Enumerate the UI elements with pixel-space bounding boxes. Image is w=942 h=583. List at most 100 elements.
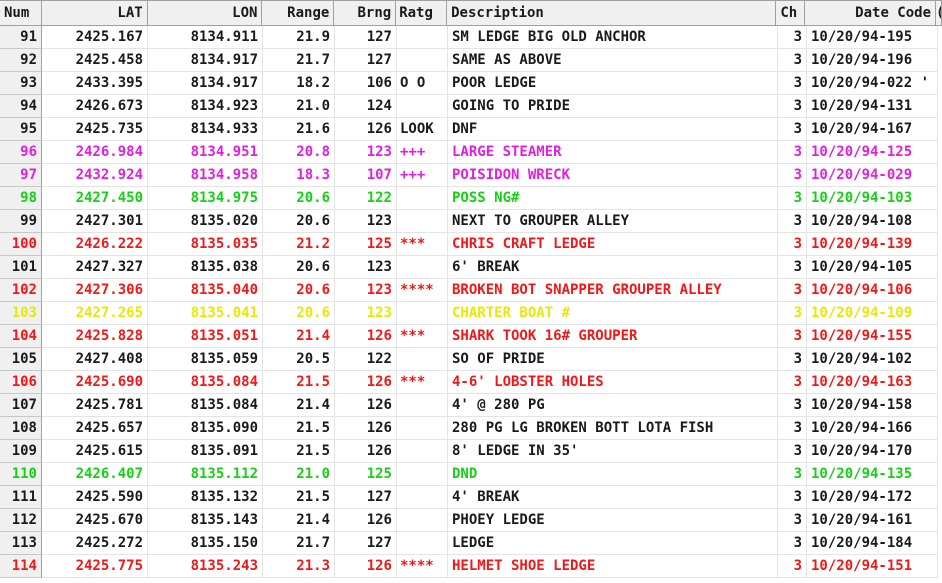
cell-lon[interactable]: 8135.084	[148, 394, 263, 417]
cell-lon[interactable]: 8135.112	[148, 463, 263, 486]
cell-lat[interactable]: 2426.407	[42, 463, 148, 486]
table-row[interactable]: 113 2425.272 8135.150 21.7 127 LEDGE 3 10/20/94…	[0, 532, 942, 555]
cell-ratg[interactable]	[397, 532, 448, 555]
cell-lon[interactable]: 8134.917	[148, 72, 263, 95]
cell-lon[interactable]: 8135.035	[148, 233, 263, 256]
table-row[interactable]: 99 2427.301 8135.020 20.6 123 NEXT TO GROUPER…	[0, 210, 942, 233]
cell-lat[interactable]: 2427.450	[42, 187, 148, 210]
cell-description[interactable]: POISIDON WRECK	[448, 164, 778, 187]
cell-lat[interactable]: 2425.735	[42, 118, 148, 141]
cell-ratg[interactable]	[397, 95, 448, 118]
cell-ratg[interactable]	[397, 26, 448, 49]
cell-ch[interactable]: 3	[778, 141, 807, 164]
cell-brng[interactable]: 127	[335, 486, 397, 509]
column-header-num[interactable]: Num	[0, 1, 42, 25]
cell-description[interactable]: DNF	[448, 118, 778, 141]
cell-date-code[interactable]: 10/20/94-172	[807, 486, 938, 509]
table-row[interactable]: 106 2425.690 8135.084 21.5 126 *** 4-6' LOBSTE…	[0, 371, 942, 394]
cell-num[interactable]: 96	[0, 141, 42, 164]
cell-ratg[interactable]	[397, 509, 448, 532]
cell-lat[interactable]: 2427.265	[42, 302, 148, 325]
cell-description[interactable]: GOING TO PRIDE	[448, 95, 778, 118]
cell-ratg[interactable]	[397, 187, 448, 210]
cell-lat[interactable]: 2426.984	[42, 141, 148, 164]
cell-description[interactable]: LEDGE	[448, 532, 778, 555]
cell-brng[interactable]: 126	[335, 118, 397, 141]
cell-brng[interactable]: 125	[335, 233, 397, 256]
cell-num[interactable]: 113	[0, 532, 42, 555]
cell-lat[interactable]: 2425.690	[42, 371, 148, 394]
table-row[interactable]: 98 2427.450 8134.975 20.6 122 POSS NG# 3 10/20/…	[0, 187, 942, 210]
cell-lat[interactable]: 2425.590	[42, 486, 148, 509]
table-row[interactable]: 110 2426.407 8135.112 21.0 125 DND 3 10/20/94-1…	[0, 463, 942, 486]
cell-lon[interactable]: 8135.038	[148, 256, 263, 279]
cell-ratg[interactable]	[397, 440, 448, 463]
cell-lon[interactable]: 8135.051	[148, 325, 263, 348]
table-row[interactable]: 103 2427.265 8135.041 20.6 123 CHARTER BOAT #…	[0, 302, 942, 325]
cell-ch[interactable]: 3	[778, 417, 807, 440]
cell-lon[interactable]: 8134.911	[148, 26, 263, 49]
cell-num[interactable]: 102	[0, 279, 42, 302]
cell-lon[interactable]: 8135.243	[148, 555, 263, 578]
column-header-date-code[interactable]: Date Code	[805, 1, 937, 25]
cell-brng[interactable]: 123	[335, 141, 397, 164]
table-row[interactable]: 94 2426.673 8134.923 21.0 124 GOING TO PRIDE 3…	[0, 95, 942, 118]
cell-lon[interactable]: 8135.143	[148, 509, 263, 532]
cell-num[interactable]: 112	[0, 509, 42, 532]
cell-brng[interactable]: 127	[335, 49, 397, 72]
table-row[interactable]: 93 2433.395 8134.917 18.2 106 O O POOR LEDGE 3 1…	[0, 72, 942, 95]
cell-range[interactable]: 21.5	[263, 417, 335, 440]
cell-date-code[interactable]: 10/20/94-029	[807, 164, 938, 187]
cell-ch[interactable]: 3	[778, 95, 807, 118]
cell-num[interactable]: 97	[0, 164, 42, 187]
cell-brng[interactable]: 122	[335, 348, 397, 371]
cell-lat[interactable]: 2427.306	[42, 279, 148, 302]
cell-brng[interactable]: 126	[335, 417, 397, 440]
cell-description[interactable]: 6' BREAK	[448, 256, 778, 279]
cell-description[interactable]: SHARK TOOK 16# GROUPER	[448, 325, 778, 348]
cell-num[interactable]: 94	[0, 95, 42, 118]
cell-description[interactable]: 280 PG LG BROKEN BOTT LOTA FISH	[448, 417, 778, 440]
cell-ratg[interactable]	[397, 49, 448, 72]
cell-brng[interactable]: 106	[335, 72, 397, 95]
cell-date-code[interactable]: 10/20/94-108	[807, 210, 938, 233]
cell-num[interactable]: 95	[0, 118, 42, 141]
cell-range[interactable]: 21.0	[263, 95, 335, 118]
table-row[interactable]: 111 2425.590 8135.132 21.5 127 4' BREAK 3 10/20…	[0, 486, 942, 509]
cell-lat[interactable]: 2427.301	[42, 210, 148, 233]
cell-lat[interactable]: 2426.673	[42, 95, 148, 118]
cell-num[interactable]: 92	[0, 49, 42, 72]
cell-lon[interactable]: 8134.958	[148, 164, 263, 187]
cell-ratg[interactable]: ****	[397, 279, 448, 302]
cell-ch[interactable]: 3	[778, 555, 807, 578]
cell-brng[interactable]: 126	[335, 394, 397, 417]
cell-date-code[interactable]: 10/20/94-125	[807, 141, 938, 164]
cell-lat[interactable]: 2432.924	[42, 164, 148, 187]
cell-ch[interactable]: 3	[778, 210, 807, 233]
cell-ratg[interactable]	[397, 463, 448, 486]
cell-lat[interactable]: 2425.828	[42, 325, 148, 348]
cell-range[interactable]: 21.3	[263, 555, 335, 578]
cell-date-code[interactable]: 10/20/94-161	[807, 509, 938, 532]
cell-ratg[interactable]: ***	[397, 371, 448, 394]
cell-brng[interactable]: 126	[335, 325, 397, 348]
cell-description[interactable]: SO OF PRIDE	[448, 348, 778, 371]
cell-range[interactable]: 20.6	[263, 256, 335, 279]
cell-description[interactable]: NEXT TO GROUPER ALLEY	[448, 210, 778, 233]
cell-ch[interactable]: 3	[778, 49, 807, 72]
cell-date-code[interactable]: 10/20/94-151	[807, 555, 938, 578]
cell-lon[interactable]: 8135.059	[148, 348, 263, 371]
cell-lon[interactable]: 8134.933	[148, 118, 263, 141]
cell-date-code[interactable]: 10/20/94-102	[807, 348, 938, 371]
cell-lat[interactable]: 2425.615	[42, 440, 148, 463]
cell-ch[interactable]: 3	[778, 26, 807, 49]
column-header-description[interactable]: Description	[447, 1, 777, 25]
cell-lat[interactable]: 2433.395	[42, 72, 148, 95]
cell-ratg[interactable]	[397, 417, 448, 440]
cell-lon[interactable]: 8134.951	[148, 141, 263, 164]
cell-ch[interactable]: 3	[778, 118, 807, 141]
cell-ch[interactable]: 3	[778, 164, 807, 187]
cell-num[interactable]: 106	[0, 371, 42, 394]
cell-brng[interactable]: 123	[335, 210, 397, 233]
cell-date-code[interactable]: 10/20/94-158	[807, 394, 938, 417]
